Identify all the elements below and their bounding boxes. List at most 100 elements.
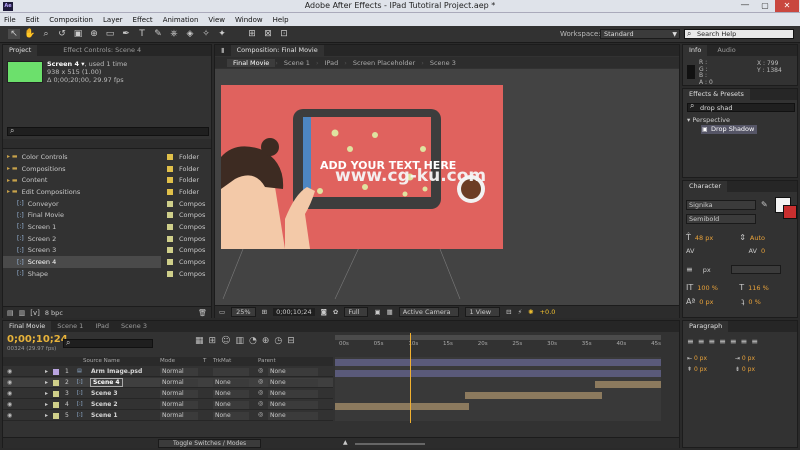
pen-tool-icon[interactable]: ✒	[120, 29, 132, 39]
tab-paragraph[interactable]: Paragraph	[683, 321, 729, 332]
baseline-shift-value[interactable]: 0 px	[699, 298, 729, 306]
frame-blending-icon[interactable]: ▥	[235, 336, 244, 346]
eraser-tool-icon[interactable]: ◈	[184, 29, 196, 39]
tab-audio[interactable]: Audio	[711, 45, 741, 56]
label-color-swatch[interactable]	[167, 153, 173, 160]
menu-help[interactable]: Help	[273, 16, 289, 24]
timeline-search-input[interactable]: ⌕	[63, 338, 153, 348]
camera-tool-icon[interactable]: ▣	[72, 29, 84, 39]
align-center-icon[interactable]: ≡	[698, 337, 705, 346]
label-color-swatch[interactable]	[167, 212, 173, 219]
layer-name[interactable]: Scene 4	[90, 378, 123, 387]
label-color-swatch[interactable]	[167, 223, 173, 230]
layer-duration-bar[interactable]	[595, 381, 661, 388]
project-search-input[interactable]: ⌕	[7, 126, 209, 136]
visibility-eye-icon[interactable]: ◉	[7, 368, 12, 375]
project-item[interactable]: [:] Screen 3 Compos	[3, 245, 205, 257]
rotate-tool-icon[interactable]: ↺	[56, 29, 68, 39]
camera-select[interactable]: Active Camera	[398, 307, 460, 317]
project-item[interactable]: ▸ ▬ Edit Compositions Folder	[3, 186, 199, 198]
twirl-arrow-icon[interactable]: ▸	[45, 379, 48, 386]
visibility-eye-icon[interactable]: ◉	[7, 390, 12, 397]
justify-right-icon[interactable]: ≡	[741, 337, 748, 346]
justify-all-icon[interactable]: ≡	[751, 337, 758, 346]
comp-tab-screen-placeholder[interactable]: Screen Placeholder	[347, 59, 421, 67]
space-after-value[interactable]: 0 px	[742, 366, 755, 373]
menu-composition[interactable]: Composition	[49, 16, 93, 24]
tab-composition-final-movie[interactable]: Composition: Final Movie	[230, 45, 324, 56]
menu-edit[interactable]: Edit	[26, 16, 40, 24]
fast-preview-icon[interactable]: ⚡	[518, 308, 523, 316]
layer-mode-select[interactable]: Normal	[160, 390, 198, 398]
toggle-switches-modes[interactable]: Toggle Switches / Modes	[158, 439, 262, 448]
twirl-arrow-icon[interactable]: ▸	[45, 390, 48, 397]
font-size-value[interactable]: 48 px	[695, 234, 713, 242]
layer-name[interactable]: Scene 2	[91, 401, 118, 408]
layer-duration-bar[interactable]	[335, 359, 661, 366]
timeline-current-time[interactable]: 0;00;10;24	[7, 334, 68, 345]
exposure-icon[interactable]: ✺	[528, 308, 533, 316]
vertical-scale-value[interactable]: 100 %	[697, 284, 727, 292]
pickwhip-icon[interactable]: ◎	[258, 400, 263, 407]
font-style-select[interactable]: Semibold	[686, 214, 756, 224]
zoom-out-icon[interactable]: ▲	[343, 439, 348, 446]
comp-mini-flowchart-icon[interactable]: ▦	[195, 336, 204, 346]
layer-parent-select[interactable]: None	[268, 412, 318, 420]
layer-trkmat-select[interactable]: None	[213, 412, 249, 420]
menu-animation[interactable]: Animation	[163, 16, 199, 24]
menu-file[interactable]: File	[4, 16, 16, 24]
pan-behind-tool-icon[interactable]: ⊕	[88, 29, 100, 39]
visibility-eye-icon[interactable]: ◉	[7, 401, 12, 408]
search-help-input[interactable]: ⌕ Search Help	[684, 29, 794, 39]
roto-brush-tool-icon[interactable]: ✧	[200, 29, 212, 39]
eyedropper-icon[interactable]: ✎	[761, 200, 768, 209]
layer-trkmat-select[interactable]: None	[213, 390, 249, 398]
safe-margins-icon[interactable]: ⊞	[262, 308, 267, 316]
layer-parent-select[interactable]: None	[268, 401, 318, 409]
layer-mode-select[interactable]: Normal	[160, 368, 198, 376]
layer-label-swatch[interactable]	[53, 369, 59, 375]
project-item[interactable]: ▸ ▬ Content Folder	[3, 174, 199, 186]
label-color-swatch[interactable]	[167, 259, 173, 266]
lock-icon[interactable]: ▮	[215, 45, 231, 56]
timecode-display[interactable]: 0;00;10;24	[273, 308, 315, 316]
new-comp-icon[interactable]: [v]	[30, 309, 40, 317]
layer-row[interactable]: ◉ ▸ 1 ▤ Arm Image.psd Normal ◎ None	[3, 367, 333, 377]
menu-layer[interactable]: Layer	[103, 16, 123, 24]
layer-label-swatch[interactable]	[53, 380, 59, 386]
timeline-tab-final-movie[interactable]: Final Movie	[3, 321, 52, 332]
tsume-value[interactable]: 0 %	[748, 298, 760, 306]
space-before-value[interactable]: 0 px	[694, 366, 707, 373]
pickwhip-icon[interactable]: ◎	[258, 367, 263, 374]
transparency-grid-icon[interactable]: ▦	[387, 308, 393, 316]
view-axis-icon[interactable]: ⊡	[278, 29, 290, 39]
pickwhip-icon[interactable]: ◎	[258, 389, 263, 396]
pickwhip-icon[interactable]: ◎	[258, 378, 263, 385]
layer-name[interactable]: Scene 3	[91, 390, 118, 397]
col-parent[interactable]: Parent	[258, 358, 276, 364]
close-button[interactable]: ✕	[775, 0, 799, 12]
effects-item-drop-shadow[interactable]: ▣ Drop Shadow	[701, 125, 757, 134]
layer-duration-bar[interactable]	[335, 403, 469, 410]
draft-3d-icon[interactable]: ⊞	[209, 336, 217, 346]
project-item[interactable]: [:] Conveyor Compos	[3, 198, 205, 210]
rectangle-tool-icon[interactable]: ▭	[104, 29, 116, 39]
project-item[interactable]: [:] Screen 4 Compos	[3, 256, 205, 268]
layer-label-swatch[interactable]	[53, 413, 59, 419]
timeline-tab-scene-1[interactable]: Scene 1	[51, 321, 89, 332]
twirl-arrow-icon[interactable]: ▸	[45, 412, 48, 419]
label-color-swatch[interactable]	[167, 235, 173, 242]
layer-row[interactable]: ◉ ▸ 5 [:] Scene 1 Normal None ◎ None	[3, 411, 333, 421]
layer-mode-select[interactable]: Normal	[160, 401, 198, 409]
playhead[interactable]	[409, 333, 411, 423]
label-color-swatch[interactable]	[167, 177, 173, 184]
toggle-pixel-icon[interactable]: ⊟	[506, 308, 511, 316]
indent-left-value[interactable]: 0 px	[694, 355, 707, 362]
selection-tool-icon[interactable]: ↖	[8, 29, 20, 39]
layer-label-swatch[interactable]	[53, 391, 59, 397]
layer-name[interactable]: Scene 1	[91, 412, 118, 419]
effects-search-input[interactable]: ⌕ drop shad	[687, 102, 795, 112]
new-folder-icon[interactable]: ▥	[19, 309, 26, 317]
project-item[interactable]: ▸ ▬ Compositions Folder	[3, 163, 199, 175]
tracking-value[interactable]: 0	[761, 247, 765, 255]
